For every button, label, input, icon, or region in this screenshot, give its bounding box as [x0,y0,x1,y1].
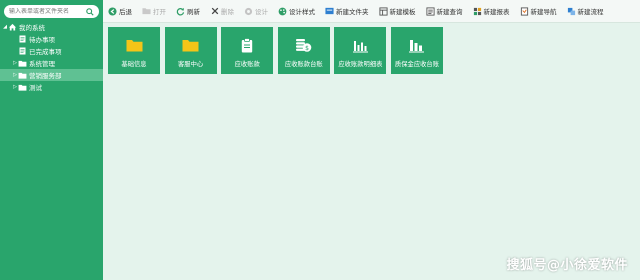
new-folder-button[interactable]: 新建文件夹 [320,0,374,22]
flow-icon [567,7,576,16]
delete-button[interactable]: 删除 [205,0,239,22]
back-label: 后退 [119,8,132,16]
folder-icon [125,38,143,53]
tree-item-completed[interactable]: 已完成事项 [0,45,103,57]
refresh-button[interactable]: 刷新 [171,0,205,22]
design-style-label: 设计样式 [289,8,315,16]
tree-item-label: 待办事项 [29,36,55,44]
new-nav-button[interactable]: 新建导航 [515,0,562,22]
tile-warranty-ledger[interactable]: 质保金应收台账 [390,27,443,74]
new-template-button[interactable]: 新建模板 [374,0,421,22]
toolbar: 后退 打开 刷新 删除 设计 设计样式 新建文件夹 新建模板 新建查询 新建报表… [103,0,640,23]
open-label: 打开 [153,8,166,16]
report-icon [473,7,482,16]
tile-basic-info[interactable]: 基础信息 [108,27,160,74]
palette-icon [278,7,287,16]
tile-label: 客服中心 [178,61,204,68]
new-query-button[interactable]: 新建查询 [421,0,468,22]
delete-x-icon [210,7,219,16]
folder-icon [18,59,27,67]
tile-label: 基础信息 [121,61,147,68]
folder-tree: ◢ 我的系统 待办事项 已完成事项 ▷ 系统管理 ▷ 营销服务部 ▷ 测试 [0,21,103,93]
delete-label: 删除 [221,8,234,16]
new-query-label: 新建查询 [436,8,463,16]
tree-item-system-admin[interactable]: ▷ 系统管理 [0,57,103,69]
home-icon [8,23,17,31]
tile-label: 应收账款台账 [284,61,323,68]
tree-root[interactable]: ◢ 我的系统 [0,21,103,33]
new-folder-icon [325,7,334,16]
design-label: 设计 [255,8,268,16]
search-box[interactable] [4,5,99,18]
design-button[interactable]: 设计 [239,0,273,22]
svg-text:$: $ [305,45,309,52]
tile-label: 应收账款 [234,61,260,68]
new-flow-label: 新建流程 [577,8,604,16]
folder-icon [182,38,200,53]
template-icon [378,6,388,16]
tree-item-marketing[interactable]: ▷ 营销服务部 [0,69,103,81]
refresh-label: 刷新 [187,8,200,16]
folder-icon [18,71,27,79]
new-nav-label: 新建导航 [530,8,557,16]
search-icon[interactable] [85,7,94,16]
back-button[interactable]: 后退 [103,0,137,22]
new-report-label: 新建报表 [483,8,510,16]
new-flow-button[interactable]: 新建流程 [562,0,609,22]
query-icon [425,6,435,16]
document-icon [18,47,27,55]
module-tiles: 基础信息 客服中心 应收账款 $ 应收账款台账 应收账款明细表 质保金应收台账 [108,27,448,74]
watermark: 搜狐号@小徐爱软件 [506,258,628,273]
document-icon [18,35,27,43]
new-template-label: 新建模板 [389,8,416,16]
tile-customer-service[interactable]: 客服中心 [164,27,217,74]
navigation-icon [520,6,529,16]
folder-icon [18,83,27,91]
tree-item-label: 营销服务部 [29,72,62,80]
money-icon: $ [295,38,313,53]
tile-receivables-ledger[interactable]: $ 应收账款台账 [277,27,330,74]
bar-chart-icon [351,38,369,53]
sidebar: ◢ 我的系统 待办事项 已完成事项 ▷ 系统管理 ▷ [0,0,103,280]
search-input[interactable] [9,8,86,15]
tile-label: 应收账款明细表 [338,61,383,68]
tree-item-label: 测试 [29,84,42,92]
new-report-button[interactable]: 新建报表 [468,0,515,22]
open-folder-icon [142,7,151,16]
tile-label: 质保金应收台账 [394,61,439,68]
tree-item-test[interactable]: ▷ 测试 [0,81,103,93]
tree-item-todo[interactable]: 待办事项 [0,33,103,45]
design-style-button[interactable]: 设计样式 [273,0,320,22]
tile-receivables-detail[interactable]: 应收账款明细表 [334,27,387,74]
new-folder-label: 新建文件夹 [336,8,369,16]
clipboard-icon [238,38,256,53]
back-arrow-icon [108,6,117,16]
tree-item-label: 系统管理 [29,60,55,68]
tile-receivables[interactable]: 应收账款 [221,27,274,74]
tree-root-label: 我的系统 [19,24,45,32]
open-button[interactable]: 打开 [137,0,171,22]
refresh-icon [176,7,185,16]
tree-item-label: 已完成事项 [29,48,62,56]
bar-chart-icon [408,38,426,53]
design-icon [244,7,253,16]
